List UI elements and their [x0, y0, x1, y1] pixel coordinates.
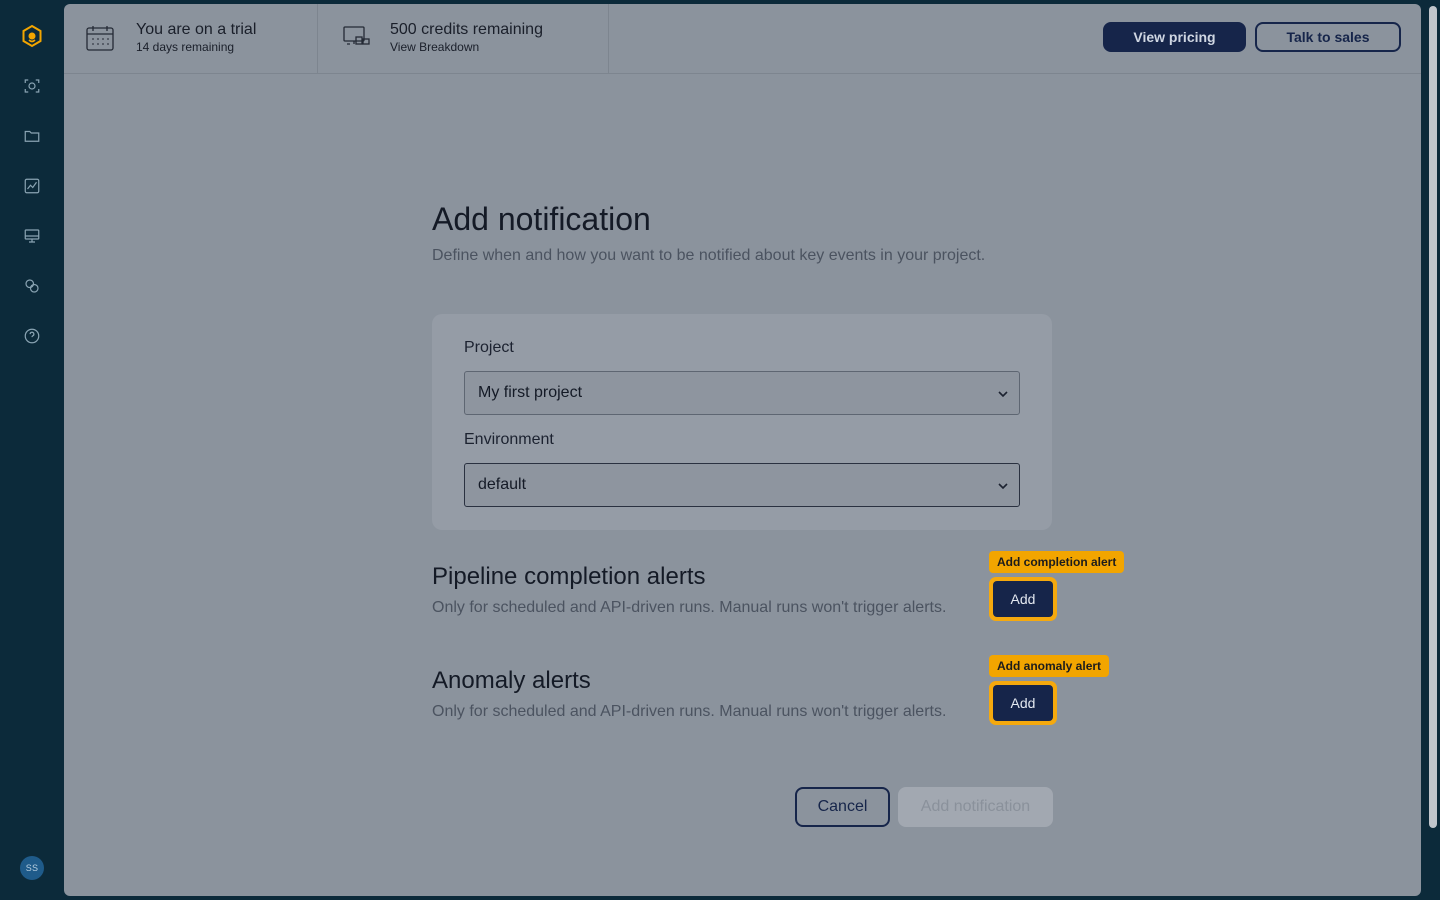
trial-info: You are on a trial 14 days remaining [64, 4, 318, 74]
view-pricing-button[interactable]: View pricing [1103, 22, 1246, 52]
anomaly-alerts-desc: Only for scheduled and API-driven runs. … [432, 703, 947, 720]
project-label: Project [464, 339, 514, 356]
main-panel: You are on a trial 14 days remaining 500… [64, 4, 1421, 896]
scrollbar-thumb[interactable] [1429, 6, 1437, 828]
project-form-card: Project My first project Environment def… [432, 314, 1052, 530]
add-completion-alert-label: Add [993, 581, 1053, 617]
credits-icon [342, 24, 372, 52]
left-rail: SS [0, 0, 64, 900]
view-breakdown-link[interactable]: View Breakdown [390, 40, 479, 54]
add-anomaly-alert-label: Add [993, 685, 1053, 721]
logo-icon[interactable] [20, 24, 44, 48]
pipeline-alerts-title: Pipeline completion alerts [432, 563, 706, 590]
trial-days: 14 days remaining [136, 40, 235, 54]
add-anomaly-alert-tooltip: Add anomaly alert [989, 655, 1110, 677]
chart-icon[interactable] [20, 174, 44, 198]
add-anomaly-alert-button[interactable]: Add [989, 681, 1057, 725]
avatar[interactable]: SS [20, 856, 44, 880]
scan-icon[interactable] [20, 74, 44, 98]
calendar-icon [85, 24, 115, 52]
project-select-value: My first project [478, 384, 583, 401]
top-bar: You are on a trial 14 days remaining 500… [64, 4, 1421, 74]
folder-icon[interactable] [20, 124, 44, 148]
chevron-down-icon [997, 479, 1009, 491]
pipeline-alerts-desc: Only for scheduled and API-driven runs. … [432, 599, 947, 616]
credits-info: 500 credits remaining View Breakdown [318, 4, 609, 74]
chevron-down-icon [997, 387, 1009, 399]
page-title: Add notification [432, 201, 651, 237]
add-completion-alert-button[interactable]: Add [989, 577, 1057, 621]
add-completion-alert-tooltip: Add completion alert [989, 551, 1125, 573]
anomaly-alerts-title: Anomaly alerts [432, 667, 591, 694]
help-icon[interactable] [20, 324, 44, 348]
environment-select[interactable]: default [464, 463, 1020, 507]
cancel-button[interactable]: Cancel [795, 787, 890, 827]
credits-title: 500 credits remaining [390, 21, 543, 38]
environment-select-value: default [478, 476, 527, 493]
page-subtitle: Define when and how you want to be notif… [432, 247, 986, 264]
integrations-icon[interactable] [20, 274, 44, 298]
project-select[interactable]: My first project [464, 371, 1020, 415]
monitor-icon[interactable] [20, 224, 44, 248]
talk-to-sales-button[interactable]: Talk to sales [1255, 22, 1401, 52]
environment-label: Environment [464, 431, 554, 448]
add-notification-button[interactable]: Add notification [898, 787, 1053, 827]
trial-title: You are on a trial [136, 21, 257, 38]
